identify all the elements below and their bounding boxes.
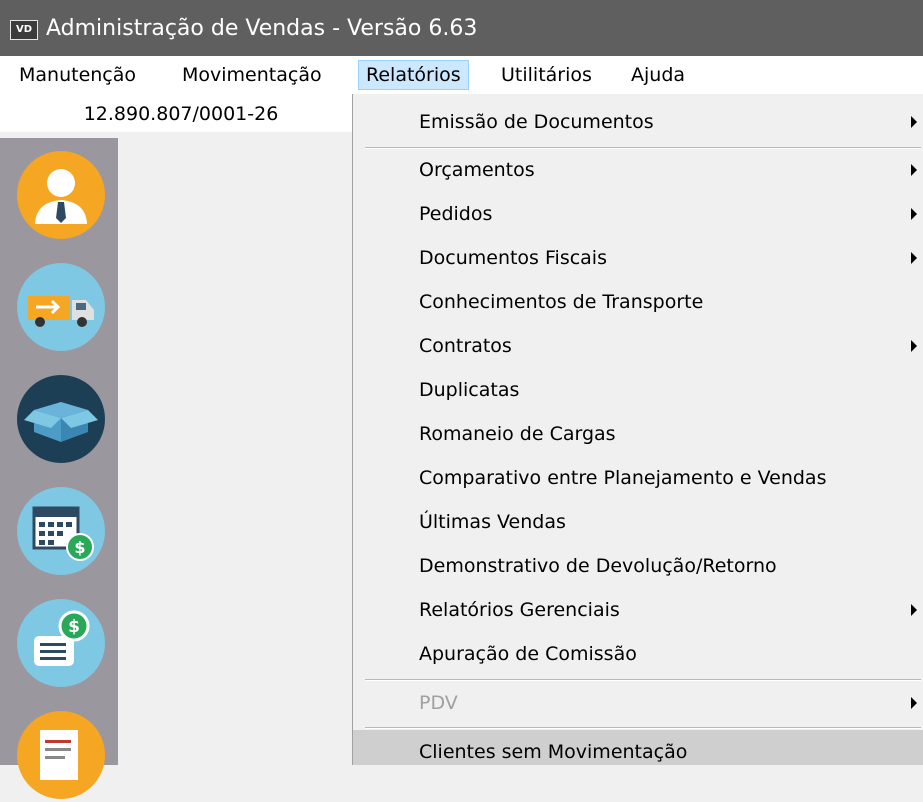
menu-item-label: Demonstrativo de Devolução/Retorno (419, 555, 777, 577)
menu-item-label: Relatórios Gerenciais (419, 599, 620, 621)
menu-item-label: Emissão de Documentos (419, 111, 654, 133)
menu-item-apuracao-comissao[interactable]: Apuração de Comissão (353, 632, 923, 676)
menu-item-label: Documentos Fiscais (419, 247, 607, 269)
app-icon: VD (10, 20, 38, 40)
menu-ajuda[interactable]: Ajuda (624, 60, 692, 90)
menu-item-duplicatas[interactable]: Duplicatas (353, 368, 923, 412)
menu-item-contratos[interactable]: Contratos (353, 324, 923, 368)
delivery-truck-icon[interactable] (14, 260, 108, 354)
menu-item-conhecimentos-transporte[interactable]: Conhecimentos de Transporte (353, 280, 923, 324)
menu-item-romaneio-cargas[interactable]: Romaneio de Cargas (353, 412, 923, 456)
menu-item-clientes-sem-movimentacao[interactable]: Clientes sem Movimentação (353, 730, 923, 765)
company-cnpj: 12.890.807/0001-26 (0, 94, 362, 132)
menu-item-comparativo-planejamento[interactable]: Comparativo entre Planejamento e Vendas (353, 456, 923, 500)
menu-item-orcamentos[interactable]: Orçamentos (353, 148, 923, 192)
open-box-icon[interactable] (14, 372, 108, 466)
submenu-arrow-icon (911, 340, 917, 352)
menu-movimentacao[interactable]: Movimentação (175, 60, 329, 90)
menu-item-label: Romaneio de Cargas (419, 423, 616, 445)
reports-dropdown-menu: Emissão de Documentos Orçamentos Pedidos… (352, 94, 923, 765)
submenu-arrow-icon (911, 164, 917, 176)
menu-item-label: Orçamentos (419, 159, 535, 181)
window-title: Administração de Vendas - Versão 6.63 (46, 16, 478, 41)
submenu-arrow-icon (911, 604, 917, 616)
menu-item-emissao-documentos[interactable]: Emissão de Documentos (353, 100, 923, 144)
menu-item-label: Apuração de Comissão (419, 643, 637, 665)
submenu-arrow-icon (911, 208, 917, 220)
menu-item-label: Conhecimentos de Transporte (419, 291, 704, 313)
certificate-scroll-icon[interactable] (14, 708, 108, 802)
submenu-arrow-icon (911, 116, 917, 128)
menu-utilitarios[interactable]: Utilitários (494, 60, 599, 90)
window-titlebar: VD Administração de Vendas - Versão 6.63 (0, 0, 923, 56)
svg-text:$: $ (74, 538, 85, 557)
menu-item-ultimas-vendas[interactable]: Últimas Vendas (353, 500, 923, 544)
menu-item-label: Duplicatas (419, 379, 520, 401)
menu-separator (365, 727, 921, 729)
submenu-arrow-icon (911, 252, 917, 264)
submenu-arrow-icon (911, 697, 917, 709)
menu-item-label: Pedidos (419, 203, 493, 225)
menu-item-label: Contratos (419, 335, 512, 357)
menu-item-label: Clientes sem Movimentação (419, 741, 688, 763)
shortcut-sidebar: $ $ (0, 138, 118, 799)
menu-item-demonstrativo-devolucao[interactable]: Demonstrativo de Devolução/Retorno (353, 544, 923, 588)
svg-text:$: $ (68, 617, 80, 637)
menu-item-relatorios-gerenciais[interactable]: Relatórios Gerenciais (353, 588, 923, 632)
menu-item-pdv: PDV (353, 681, 923, 725)
menu-item-label: PDV (419, 692, 458, 714)
menu-item-label: Comparativo entre Planejamento e Vendas (419, 467, 827, 489)
menu-item-pedidos[interactable]: Pedidos (353, 192, 923, 236)
menubar: Manutenção Movimentação Relatórios Utili… (0, 56, 923, 94)
menu-item-documentos-fiscais[interactable]: Documentos Fiscais (353, 236, 923, 280)
menu-relatorios[interactable]: Relatórios (358, 60, 469, 90)
calendar-money-icon[interactable]: $ (14, 484, 108, 578)
menu-item-label: Últimas Vendas (419, 511, 566, 533)
person-tie-icon[interactable] (14, 148, 108, 242)
menu-manutencao[interactable]: Manutenção (12, 60, 143, 90)
document-money-icon[interactable]: $ (14, 596, 108, 690)
